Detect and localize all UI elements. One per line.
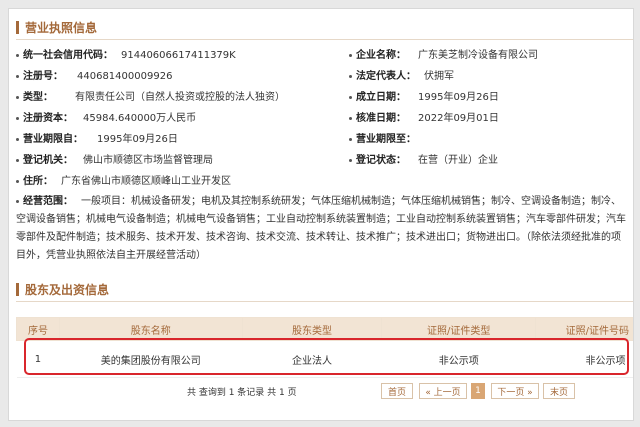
- field-value: 有限责任公司（自然人投资或控股的法人独资）: [75, 92, 285, 103]
- field-reg-status: 登记状态： 在营（开业）企业: [349, 151, 498, 166]
- next-page-button[interactable]: 下一页 »: [491, 383, 539, 399]
- field-credit-code: 统一社会信用代码： 91440606617411379K: [16, 46, 236, 61]
- row-highlight-box: [24, 338, 629, 375]
- field-label: 类型：: [23, 92, 53, 103]
- business-license-panel: 营业执照信息 统一社会信用代码： 91440606617411379K 注册号： 4…: [8, 8, 634, 421]
- field-label: 经营范围：: [23, 196, 73, 207]
- bullet-icon: [349, 95, 352, 99]
- bullet-icon: [16, 53, 19, 57]
- field-label: 核准日期：: [356, 113, 406, 124]
- bullet-icon: [16, 158, 19, 162]
- field-label: 营业期限至：: [356, 134, 416, 145]
- bullet-icon: [16, 137, 19, 141]
- section-title-license: 营业执照信息: [16, 19, 97, 36]
- first-page-button[interactable]: 首页: [381, 383, 413, 399]
- field-value: 45984.640000万人民币: [83, 113, 197, 124]
- field-reg-no: 注册号： 440681400009926: [16, 67, 172, 82]
- section-title-text: 股东及出资信息: [25, 283, 110, 297]
- field-label: 统一社会信用代码：: [23, 50, 113, 61]
- field-type: 类型： 有限责任公司（自然人投资或控股的法人独资）: [16, 88, 285, 103]
- field-value: 91440606617411379K: [121, 50, 236, 61]
- field-value: 伏拥军: [424, 71, 454, 82]
- last-page-button[interactable]: 末页: [543, 383, 575, 399]
- field-label: 登记机关：: [23, 155, 73, 166]
- field-label: 注册号：: [23, 71, 63, 82]
- bullet-icon: [349, 116, 352, 120]
- field-term-to: 营业期限至：: [349, 130, 416, 145]
- field-label: 登记状态：: [356, 155, 406, 166]
- bullet-icon: [349, 53, 352, 57]
- field-label: 住所：: [23, 176, 53, 187]
- field-label: 营业期限自：: [23, 134, 83, 145]
- section-marker: [16, 283, 19, 296]
- section-marker: [16, 21, 19, 34]
- field-label: 注册资本：: [23, 113, 73, 124]
- field-company-name: 企业名称： 广东美芝制冷设备有限公司: [349, 46, 538, 61]
- field-reg-capital: 注册资本： 45984.640000万人民币: [16, 109, 196, 124]
- field-term-from: 营业期限自： 1995年09月26日: [16, 130, 178, 145]
- bullet-icon: [349, 137, 352, 141]
- field-value: 广东省佛山市顺德区顺峰山工业开发区: [61, 176, 231, 187]
- field-business-scope: 经营范围： 一般项目：机械设备研发；电机及其控制系统研发；气体压缩机械制造；气体压…: [16, 193, 628, 265]
- field-value: 1995年09月26日: [418, 92, 499, 103]
- field-value: 广东美芝制冷设备有限公司: [418, 50, 538, 61]
- bullet-icon: [16, 179, 19, 183]
- section-title-text: 营业执照信息: [25, 21, 98, 35]
- field-reg-authority: 登记机关： 佛山市顺德区市场监督管理局: [16, 151, 213, 166]
- field-legal-rep: 法定代表人： 伏拥军: [349, 67, 454, 82]
- field-label: 法定代表人：: [356, 71, 416, 82]
- bullet-icon: [16, 199, 19, 203]
- field-value: 一般项目：机械设备研发；电机及其控制系统研发；气体压缩机械制造；气体压缩机械销售…: [16, 196, 626, 261]
- bullet-icon: [16, 116, 19, 120]
- field-address: 住所： 广东省佛山市顺德区顺峰山工业开发区: [16, 172, 231, 187]
- field-value: 1995年09月26日: [97, 134, 178, 145]
- field-founded-date: 成立日期： 1995年09月26日: [349, 88, 499, 103]
- bullet-icon: [16, 95, 19, 99]
- page-1-button[interactable]: 1: [471, 383, 485, 399]
- bullet-icon: [349, 158, 352, 162]
- field-label: 成立日期：: [356, 92, 406, 103]
- field-value: 在营（开业）企业: [418, 155, 498, 166]
- field-label: 企业名称：: [356, 50, 406, 61]
- section-title-shareholders: 股东及出资信息: [16, 281, 109, 298]
- section-divider: [16, 39, 633, 40]
- field-value: 佛山市顺德区市场监督管理局: [83, 155, 213, 166]
- prev-page-button[interactable]: « 上一页: [419, 383, 467, 399]
- field-value: 2022年09月01日: [418, 113, 499, 124]
- field-approval-date: 核准日期： 2022年09月01日: [349, 109, 499, 124]
- bullet-icon: [349, 74, 352, 78]
- pagination-info: 共 查询到 1 条记录 共 1 页: [187, 388, 297, 398]
- section-divider: [16, 301, 633, 302]
- bullet-icon: [16, 74, 19, 78]
- field-value: 440681400009926: [77, 71, 173, 82]
